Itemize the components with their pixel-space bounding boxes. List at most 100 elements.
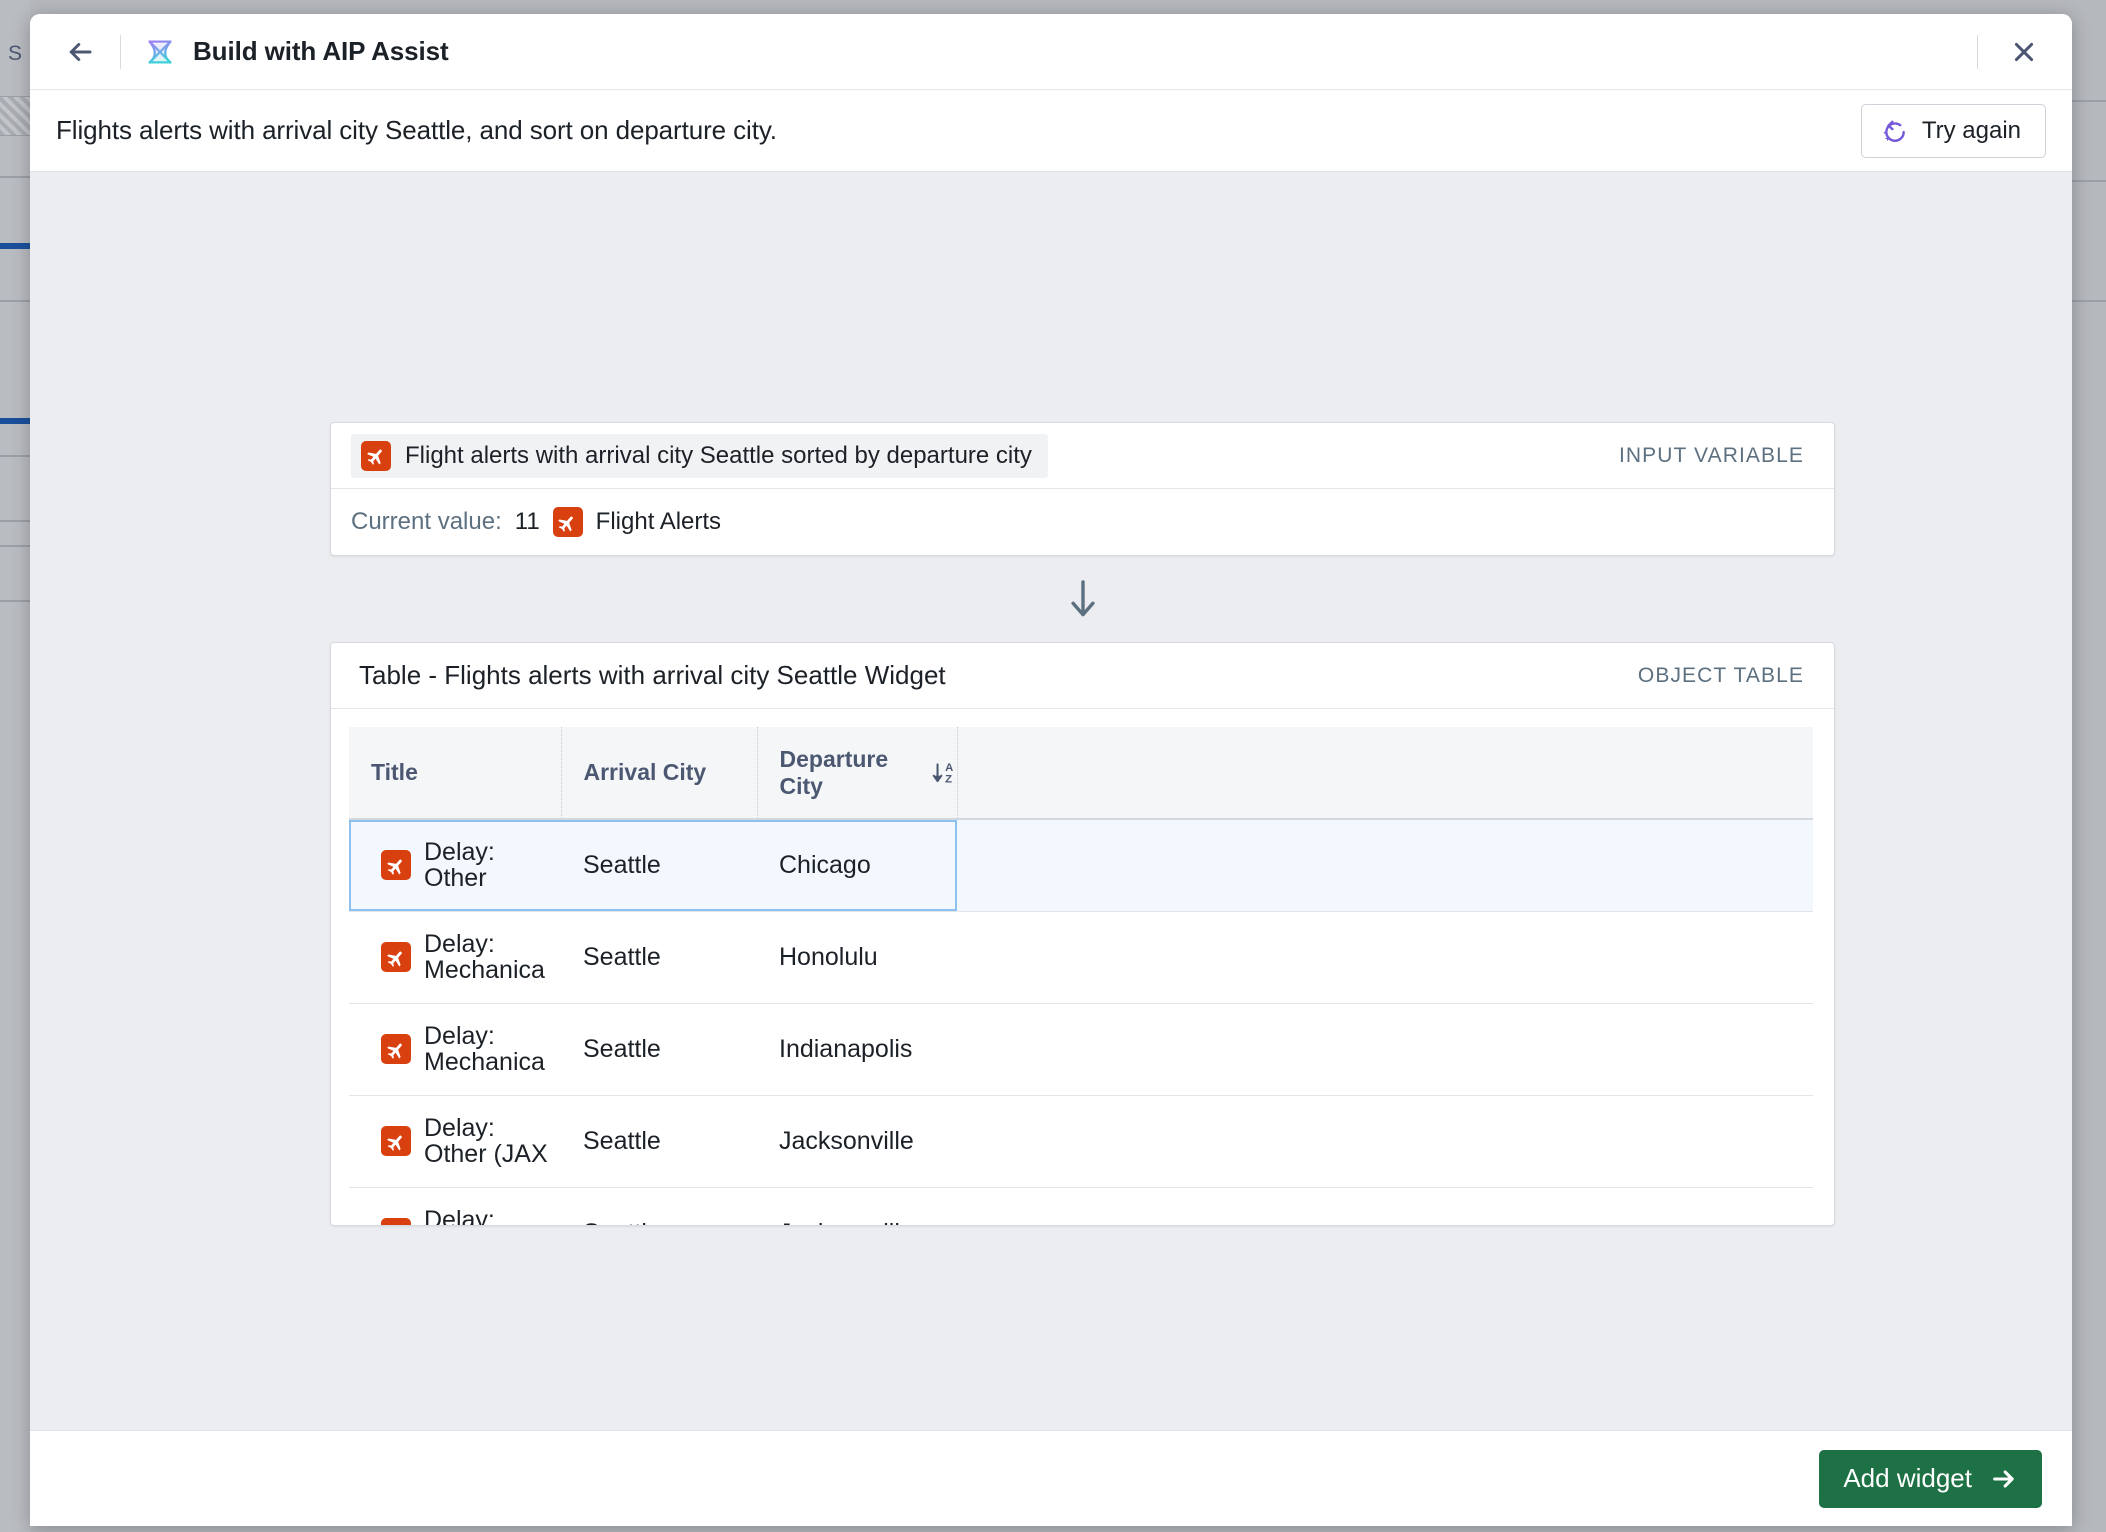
modal-header: Build with AIP Assist (30, 14, 2072, 90)
close-icon (2014, 42, 2034, 61)
background-divider-line (0, 455, 30, 457)
cell-empty[interactable] (957, 819, 1813, 912)
cell-departure-city[interactable]: Indianapolis (757, 1003, 957, 1096)
input-variable-card[interactable]: Flight alerts with arrival city Seattle … (330, 422, 1835, 556)
table-body: Delay: Other Seattle Chicago Delay: Mechani… (349, 819, 1813, 1225)
cell-arrival-city[interactable]: Seattle (561, 1003, 757, 1096)
flight-alert-icon (381, 1126, 411, 1156)
table-row[interactable]: Delay: Other Seattle Chicago (349, 819, 1813, 912)
widget-flow: Flight alerts with arrival city Seattle … (330, 422, 1835, 1226)
background-divider-line (0, 520, 30, 522)
modal-footer: Add widget (30, 1430, 2072, 1526)
background-accent-line (0, 418, 30, 424)
cell-departure-city[interactable]: Chicago (757, 819, 957, 912)
close-divider (1977, 34, 1978, 69)
close-button[interactable] (2002, 30, 2046, 74)
sort-az-icon[interactable]: A Z (931, 759, 957, 787)
background-divider-line (0, 300, 30, 302)
cell-title-text: Delay: Other (JAX (424, 1114, 548, 1168)
aip-assist-modal: Build with AIP Assist Flights alerts wit… (30, 14, 2072, 1526)
airplane-glyph-icon (366, 449, 382, 465)
cell-title[interactable]: Delay: Mechanica (349, 1187, 561, 1225)
arrow-left-icon (69, 42, 92, 61)
current-value-label: Current value: (351, 508, 502, 535)
table-row[interactable]: Delay: Mechanica Seattle Honolulu (349, 911, 1813, 1004)
object-table: Title Arrival City Departure City A Z De… (349, 727, 1813, 1225)
cell-empty[interactable] (957, 911, 1813, 1004)
flight-alert-icon (381, 1034, 411, 1064)
column-header-departure-city-label: Departure City (779, 745, 889, 799)
flight-alert-icon (361, 440, 391, 471)
table-row[interactable]: Delay: Other (JAX Seattle Jacksonville (349, 1095, 1813, 1188)
cell-title-text: Delay: Mechanica (424, 930, 545, 984)
header-divider (120, 34, 121, 69)
background-left-strip: S (0, 0, 30, 1532)
cell-departure-city[interactable]: Jacksonville (757, 1095, 957, 1188)
prompt-text: Flights alerts with arrival city Seattle… (56, 115, 777, 145)
cell-title-text: Delay: Other (424, 839, 495, 892)
background-side-label: S (8, 42, 23, 65)
cell-title[interactable]: Delay: Other (349, 819, 561, 912)
object-table-scroll-body[interactable]: Title Arrival City Departure City A Z De… (331, 709, 1834, 1225)
flight-alert-icon (381, 942, 411, 972)
object-table-card[interactable]: Table - Flights alerts with arrival city… (330, 642, 1835, 1226)
arrow-down-icon (1070, 580, 1095, 617)
object-table-kind-label: OBJECT TABLE (1637, 663, 1804, 687)
current-value-type: Flight Alerts (595, 508, 722, 535)
input-variable-kind-label: INPUT VARIABLE (1618, 443, 1804, 467)
cell-title[interactable]: Delay: Mechanica (349, 1003, 561, 1096)
column-header-title-label: Title (371, 759, 418, 785)
try-again-label: Try again (1921, 116, 2021, 144)
cell-title-text: Delay: Mechanica (424, 1206, 495, 1225)
modal-canvas: Flight alerts with arrival city Seattle … (30, 172, 2072, 1430)
cell-departure-city[interactable]: Honolulu (757, 911, 957, 1004)
cell-arrival-city[interactable]: Seattle (561, 1095, 757, 1188)
column-header-arrival-city-label: Arrival City (583, 759, 707, 785)
add-widget-button[interactable]: Add widget (1819, 1449, 2042, 1508)
flight-alert-icon (552, 507, 583, 537)
airplane-glyph-icon (386, 1043, 402, 1059)
arrow-right-icon (1993, 1469, 2014, 1488)
column-header-departure-city[interactable]: Departure City A Z (757, 727, 958, 820)
airplane-glyph-icon (386, 951, 402, 967)
flight-alert-icon (381, 850, 411, 881)
cell-arrival-city[interactable]: Seattle (561, 911, 757, 1004)
background-divider-line (0, 600, 30, 602)
flow-connector (330, 556, 1835, 642)
flight-alert-icon (381, 1218, 411, 1225)
try-again-button[interactable]: Try again (1860, 103, 2046, 158)
input-variable-header: Flight alerts with arrival city Seattle … (331, 423, 1834, 489)
aip-hourglass-logo-icon (148, 39, 172, 64)
cell-empty[interactable] (957, 1095, 1813, 1188)
current-value-count: 11 (514, 508, 540, 535)
add-widget-label: Add widget (1843, 1463, 1972, 1493)
background-divider-line (0, 176, 30, 178)
input-variable-current-value-row: Current value: 11 Flight Alerts (331, 489, 1834, 555)
cell-arrival-city[interactable]: Seattle (561, 819, 757, 912)
object-table-title: Table - Flights alerts with arrival city… (359, 660, 946, 690)
refresh-sparkle-icon (1883, 120, 1905, 142)
svg-text:Z: Z (945, 773, 952, 785)
svg-text:A: A (945, 761, 953, 773)
airplane-glyph-icon (386, 1223, 407, 1226)
table-row[interactable]: Delay: Mechanica Seattle Indianapolis (349, 1003, 1813, 1096)
input-variable-chip-label: Flight alerts with arrival city Seattle … (405, 441, 1032, 469)
cell-title[interactable]: Delay: Mechanica (349, 911, 561, 1004)
column-header-arrival-city[interactable]: Arrival City (561, 727, 758, 820)
cell-arrival-city[interactable]: Seattle (561, 1187, 757, 1225)
background-accent-line (0, 243, 30, 249)
background-hatch-pattern (0, 96, 30, 136)
airplane-glyph-icon (386, 859, 402, 875)
back-button[interactable] (58, 30, 102, 74)
cell-empty[interactable] (957, 1187, 1813, 1225)
cell-departure-city[interactable]: Jacksonville (757, 1187, 957, 1225)
column-header-title[interactable]: Title (349, 727, 562, 820)
column-header-empty (957, 727, 1813, 820)
cell-empty[interactable] (957, 1003, 1813, 1096)
cell-title-text: Delay: Mechanica (424, 1022, 545, 1076)
table-row[interactable]: Delay: Mechanica SeattleJacksonville (349, 1187, 1813, 1225)
background-divider-line (0, 545, 30, 547)
cell-title[interactable]: Delay: Other (JAX (349, 1095, 561, 1188)
page-title: Build with AIP Assist (193, 36, 449, 66)
input-variable-chip[interactable]: Flight alerts with arrival city Seattle … (351, 433, 1048, 478)
